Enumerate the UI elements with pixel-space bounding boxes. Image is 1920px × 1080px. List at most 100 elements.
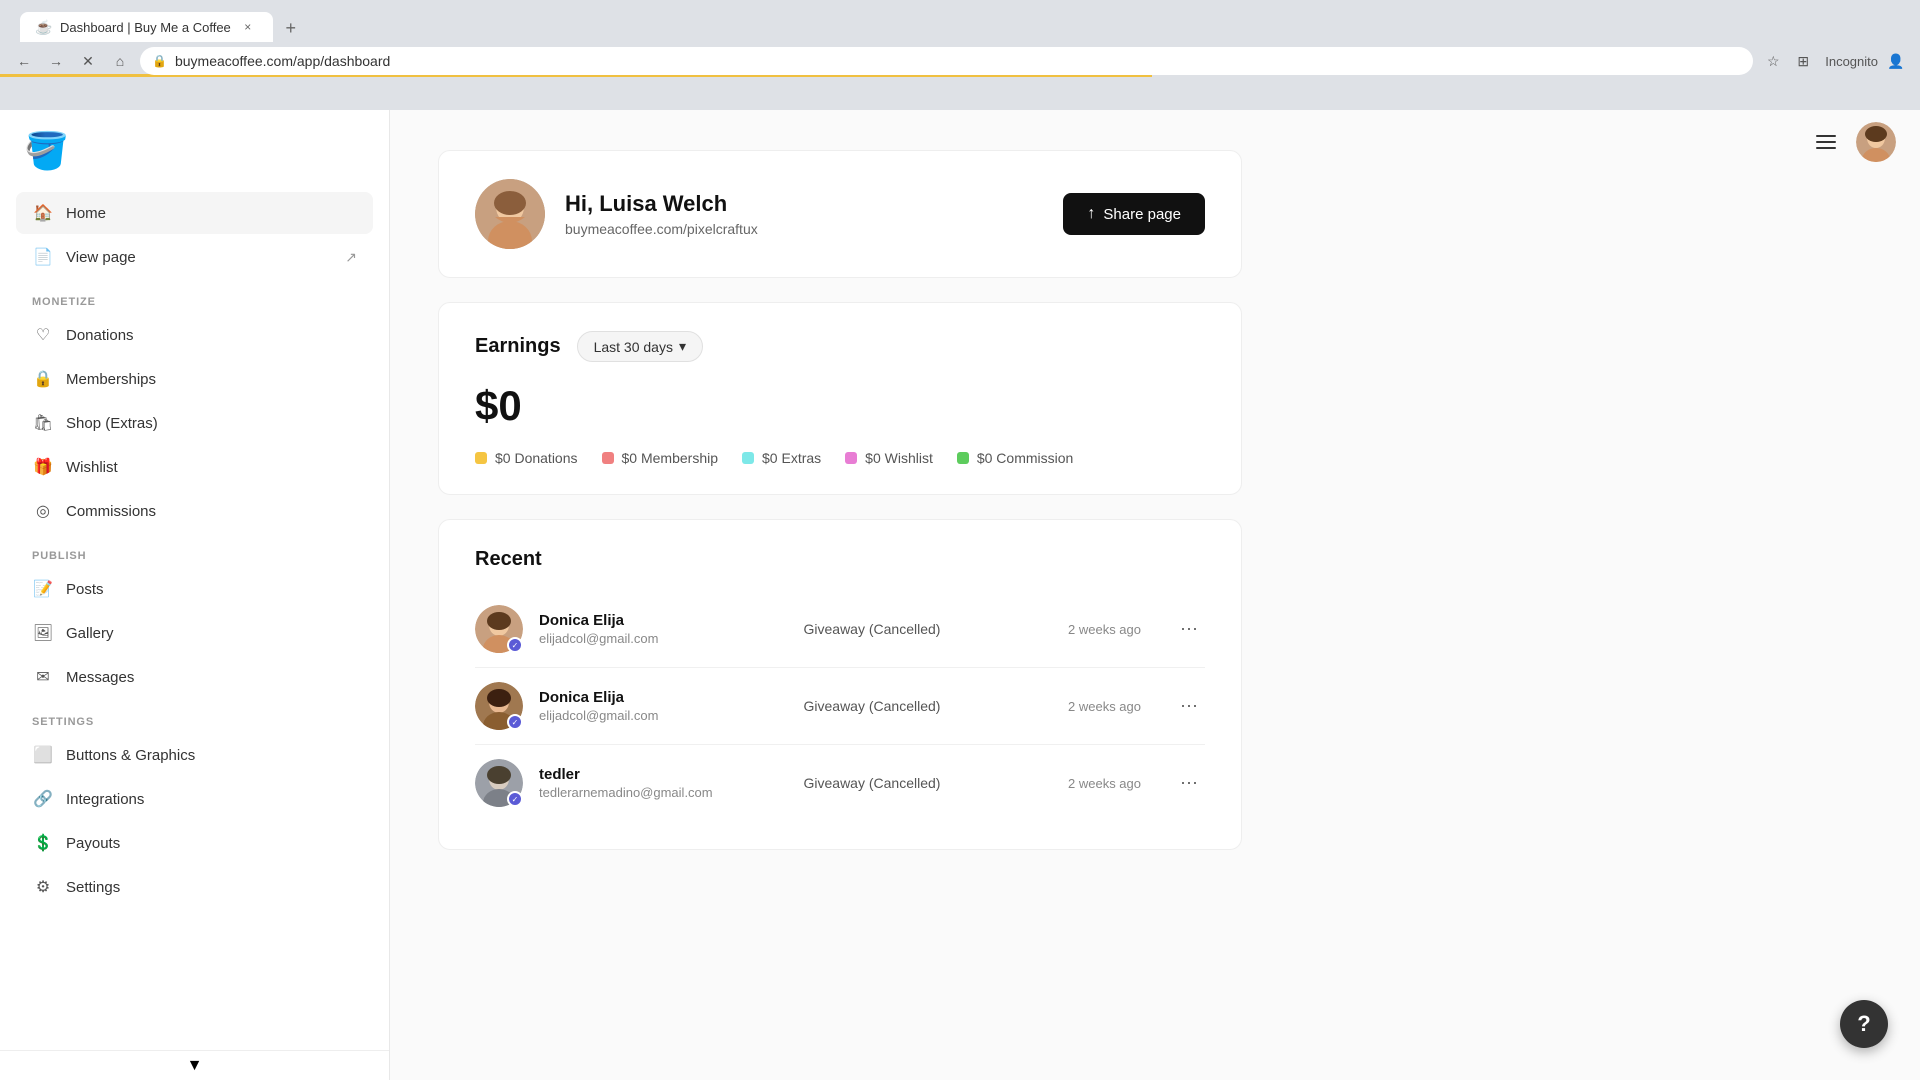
recent-status-3: Giveaway (Cancelled) (804, 775, 1053, 791)
earnings-breakdown: $0 Donations $0 Membership $0 Extras $0 … (475, 450, 1205, 466)
recent-info-2: Donica Elija elijadcol@gmail.com (539, 689, 788, 723)
recent-time-1: 2 weeks ago (1068, 622, 1141, 637)
recent-more-button-3[interactable]: ⋯ (1173, 767, 1205, 799)
sidebar-nav: 🏠 Home 📄 View page ↗ MONETIZE ♡ Donation… (0, 192, 389, 1080)
recent-item: ✓ Donica Elija elijadcol@gmail.com Givea… (475, 591, 1205, 668)
recent-info-3: tedler tedlerarnemadino@gmail.com (539, 766, 788, 800)
avatar-image (475, 179, 545, 249)
sidebar-item-settings[interactable]: ⚙ Settings (16, 866, 373, 908)
browser-top-bar: ☕ Dashboard | Buy Me a Coffee × + (0, 0, 1920, 48)
profile-greeting: Hi, Luisa Welch (565, 191, 758, 217)
membership-value: $0 Membership (622, 450, 719, 466)
avatar-badge-3: ✓ (507, 791, 523, 807)
sidebar-item-donations[interactable]: ♡ Donations (16, 314, 373, 356)
sidebar-logo: 🪣 (0, 110, 389, 192)
shop-extras-icon: 🛍 (32, 412, 54, 434)
donations-icon: ♡ (32, 324, 54, 346)
donations-dot (475, 452, 487, 464)
recent-name-3: tedler (539, 766, 788, 783)
recent-avatar-2: ✓ (475, 682, 523, 730)
commission-dot (957, 452, 969, 464)
browser-chrome: ☕ Dashboard | Buy Me a Coffee × + ← → ✕ … (0, 0, 1920, 110)
sidebar-item-commissions[interactable]: ◎ Commissions (16, 490, 373, 532)
sidebar-item-buttons-graphics[interactable]: ⬜ Buttons & Graphics (16, 734, 373, 776)
earnings-section: Earnings Last 30 days ▾ $0 $0 Donations … (438, 302, 1242, 495)
url-text: buymeacoffee.com/app/dashboard (175, 53, 1741, 69)
external-link-icon: ↗ (345, 249, 357, 266)
wishlist-dot (845, 452, 857, 464)
sidebar-item-wishlist-label: Wishlist (66, 459, 118, 476)
browser-tab-active[interactable]: ☕ Dashboard | Buy Me a Coffee × (20, 12, 273, 42)
share-icon: ↑ (1087, 205, 1095, 223)
settings-icon: ⚙ (32, 876, 54, 898)
recent-section: Recent ✓ (438, 519, 1242, 850)
address-bar-row: ← → ✕ ⌂ 🔒 buymeacoffee.com/app/dashboard… (0, 48, 1920, 74)
avatar-badge-1: ✓ (507, 637, 523, 653)
memberships-icon: 🔒 (32, 368, 54, 390)
menu-line-2 (1816, 141, 1836, 143)
reload-button[interactable]: ✕ (76, 49, 100, 73)
earnings-amount: $0 (475, 382, 1205, 430)
sidebar-item-messages[interactable]: ✉ Messages (16, 656, 373, 698)
recent-status-2: Giveaway (Cancelled) (804, 698, 1053, 714)
sidebar-item-home[interactable]: 🏠 Home (16, 192, 373, 234)
sidebar-item-view-page[interactable]: 📄 View page ↗ (16, 236, 373, 278)
forward-button[interactable]: → (44, 49, 68, 73)
profile-button[interactable]: 👤 (1884, 49, 1908, 73)
extras-value: $0 Extras (762, 450, 821, 466)
recent-email-2: elijadcol@gmail.com (539, 708, 788, 723)
profile-left: Hi, Luisa Welch buymeacoffee.com/pixelcr… (475, 179, 758, 249)
help-button[interactable]: ? (1840, 1000, 1888, 1048)
payouts-icon: 💲 (32, 832, 54, 854)
extensions-button[interactable]: ⊞ (1791, 49, 1815, 73)
share-page-button[interactable]: ↑ Share page (1063, 193, 1205, 235)
messages-icon: ✉ (32, 666, 54, 688)
breakdown-wishlist: $0 Wishlist (845, 450, 933, 466)
avatar-badge-2: ✓ (507, 714, 523, 730)
sidebar-scroll-down[interactable]: ▼ (0, 1050, 389, 1080)
home-button[interactable]: ⌂ (108, 49, 132, 73)
profile-info: Hi, Luisa Welch buymeacoffee.com/pixelcr… (565, 191, 758, 237)
commissions-icon: ◎ (32, 500, 54, 522)
breakdown-membership: $0 Membership (602, 450, 719, 466)
sidebar-item-integrations-label: Integrations (66, 791, 144, 808)
sidebar-item-view-page-label: View page (66, 249, 136, 266)
sidebar-item-gallery[interactable]: 🖼 Gallery (16, 612, 373, 654)
recent-name-1: Donica Elija (539, 612, 788, 629)
incognito-label: Incognito (1825, 54, 1878, 69)
sidebar-item-settings-label: Settings (66, 879, 120, 896)
sidebar-item-shop-extras-label: Shop (Extras) (66, 415, 158, 432)
breakdown-donations: $0 Donations (475, 450, 578, 466)
sidebar-item-home-label: Home (66, 205, 106, 222)
recent-name-2: Donica Elija (539, 689, 788, 706)
monetize-section-label: MONETIZE (16, 280, 373, 314)
wishlist-icon: 🎁 (32, 456, 54, 478)
recent-time-3: 2 weeks ago (1068, 776, 1141, 791)
sidebar-item-memberships[interactable]: 🔒 Memberships (16, 358, 373, 400)
back-button[interactable]: ← (12, 49, 36, 73)
recent-info-1: Donica Elija elijadcol@gmail.com (539, 612, 788, 646)
new-tab-button[interactable]: + (277, 14, 305, 42)
recent-item: ✓ Donica Elija elijadcol@gmail.com Givea… (475, 668, 1205, 745)
sidebar-item-wishlist[interactable]: 🎁 Wishlist (16, 446, 373, 488)
integrations-icon: 🔗 (32, 788, 54, 810)
user-avatar-button[interactable] (1856, 122, 1896, 162)
menu-button[interactable] (1808, 124, 1844, 160)
profile-avatar (475, 179, 545, 249)
logo-icon: 🪣 (24, 130, 69, 171)
sidebar-item-posts[interactable]: 📝 Posts (16, 568, 373, 610)
tab-close-button[interactable]: × (239, 18, 257, 36)
membership-dot (602, 452, 614, 464)
sidebar-item-commissions-label: Commissions (66, 503, 156, 520)
period-selector[interactable]: Last 30 days ▾ (577, 331, 703, 362)
sidebar-item-payouts[interactable]: 💲 Payouts (16, 822, 373, 864)
recent-more-button-1[interactable]: ⋯ (1173, 613, 1205, 645)
bookmark-button[interactable]: ☆ (1761, 49, 1785, 73)
sidebar-item-shop-extras[interactable]: 🛍 Shop (Extras) (16, 402, 373, 444)
sidebar-item-gallery-label: Gallery (66, 625, 114, 642)
chevron-down-icon: ▾ (679, 338, 686, 355)
recent-time-2: 2 weeks ago (1068, 699, 1141, 714)
recent-more-button-2[interactable]: ⋯ (1173, 690, 1205, 722)
sidebar-item-integrations[interactable]: 🔗 Integrations (16, 778, 373, 820)
address-bar[interactable]: 🔒 buymeacoffee.com/app/dashboard (140, 47, 1753, 75)
